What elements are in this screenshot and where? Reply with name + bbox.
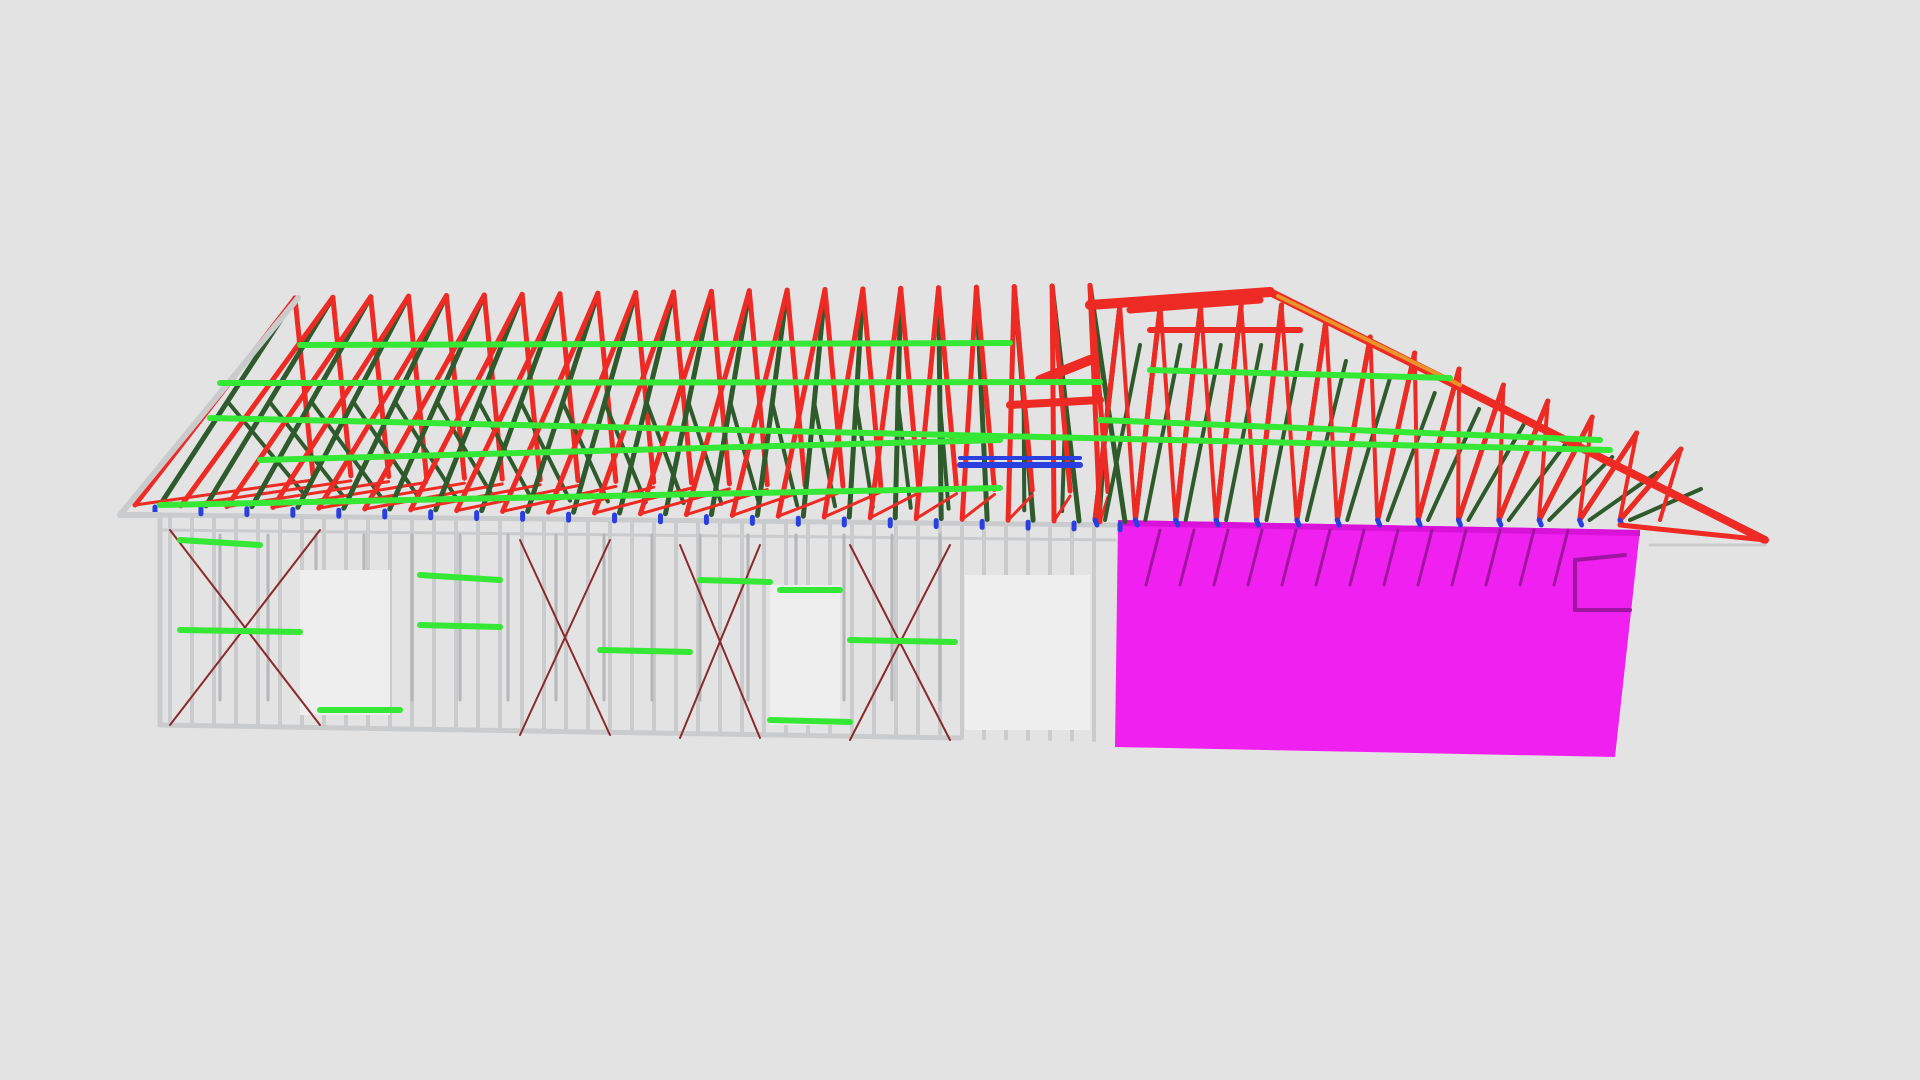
tie-down [1536, 517, 1544, 528]
wall-noggin [597, 647, 693, 655]
wall-noggin [177, 627, 303, 635]
hip-truss-chord [1254, 302, 1285, 523]
tie-down [1577, 517, 1585, 528]
hip-truss-web [1385, 391, 1437, 522]
tie-down [1132, 517, 1140, 528]
roof-batten [1147, 367, 1453, 381]
truss-bottom-chord [960, 492, 996, 521]
tie-down [1334, 517, 1342, 528]
valley-board [1006, 396, 1104, 409]
tie-down [1294, 517, 1302, 528]
3d-viewport[interactable] [0, 0, 1920, 1080]
hip-truss-chord [1173, 302, 1204, 523]
wall-opening [770, 585, 840, 725]
hip-truss-chord [1279, 303, 1299, 522]
hip-truss-chord [1323, 319, 1339, 522]
tie-down [1254, 517, 1262, 528]
tie-down [1415, 517, 1423, 528]
tie-down [1173, 517, 1181, 528]
tie-down [1375, 517, 1383, 528]
wall-frames [157, 512, 1118, 742]
roof-batten [217, 379, 1103, 386]
wall-noggin [697, 577, 773, 585]
truss-bottom-chord [1006, 493, 1034, 522]
truss-top-chord [959, 284, 979, 522]
tie-down [1496, 517, 1504, 528]
building-frame-model[interactable] [0, 0, 1920, 1080]
truss-top-chord [775, 287, 828, 519]
tie-down [1455, 517, 1463, 528]
wall-noggin [847, 637, 958, 645]
hip-truss-chord [1213, 302, 1244, 523]
roof-batten [297, 340, 1013, 348]
hip-truss-chord [1239, 303, 1259, 522]
wall-opening [965, 575, 1090, 730]
hip-truss-chord [1158, 303, 1178, 522]
tie-down [1092, 517, 1100, 528]
wall-noggin [417, 622, 503, 630]
wall-opening [300, 570, 390, 715]
wall-noggin [767, 717, 853, 725]
hip-truss-chord [1198, 303, 1218, 522]
truss-top-chord [913, 285, 942, 522]
hip-truss-chord [1132, 302, 1163, 523]
tie-down [1213, 517, 1221, 528]
truss-bottom-chord [914, 492, 959, 521]
